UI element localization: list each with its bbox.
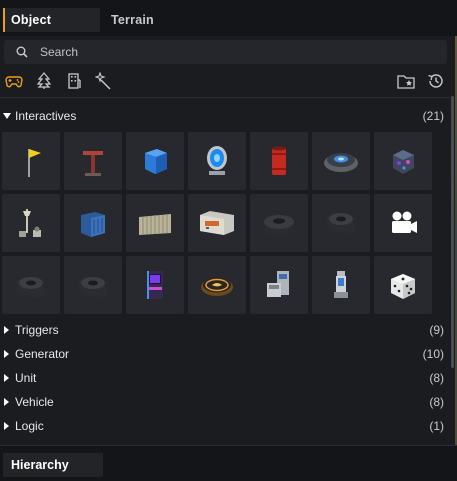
asset-tile[interactable] [374, 194, 432, 252]
section-unit[interactable]: Unit (8) [0, 368, 450, 388]
asset-tile[interactable] [2, 132, 60, 190]
section-label: Vehicle [15, 395, 54, 409]
asset-tile[interactable] [188, 194, 246, 252]
asset-tile[interactable] [312, 132, 370, 190]
section-triggers[interactable]: Triggers (9) [0, 320, 450, 340]
building-icon[interactable] [65, 72, 83, 90]
section-count: (8) [429, 371, 444, 385]
scrollbar[interactable] [451, 96, 454, 368]
section-label: Generator [15, 347, 70, 361]
asset-tile[interactable] [2, 194, 60, 252]
tab-terrain[interactable]: Terrain [111, 8, 154, 32]
caret-right-icon [4, 326, 9, 334]
section-count: (8) [429, 395, 444, 409]
search-placeholder: Search [40, 45, 79, 59]
cargo-container-icon [200, 211, 234, 235]
section-vehicle[interactable]: Vehicle (8) [0, 392, 450, 412]
asset-tile[interactable] [126, 132, 184, 190]
tab-object[interactable]: Object [3, 8, 100, 32]
arcade-cabinet-icon [147, 271, 163, 299]
asset-tile[interactable] [126, 194, 184, 252]
caret-right-icon [4, 374, 9, 382]
filter-toolbar [0, 68, 457, 94]
tire-icon [79, 277, 107, 298]
asset-tile[interactable] [250, 132, 308, 190]
section-count: (21) [422, 109, 444, 123]
section-count: (9) [429, 323, 444, 337]
asset-tile[interactable] [126, 256, 184, 314]
asset-tile[interactable] [250, 256, 308, 314]
caret-right-icon [4, 398, 9, 406]
gamepad-icon[interactable] [5, 72, 23, 90]
crystal-crate-icon [393, 150, 414, 174]
signpost-icon [83, 151, 103, 176]
section-count: (10) [422, 347, 444, 361]
search-icon [16, 46, 28, 58]
section-interactives[interactable]: Interactives (21) [0, 106, 450, 126]
yellow-flag-icon [28, 149, 41, 177]
section-label: Unit [15, 371, 37, 385]
tab-hierarchy[interactable]: Hierarchy [3, 453, 103, 477]
section-generator[interactable]: Generator (10) [0, 344, 450, 364]
portal-gem-icon [207, 146, 227, 175]
tree-icon[interactable] [35, 72, 53, 90]
section-label: Triggers [15, 323, 59, 337]
asset-tile[interactable] [64, 132, 122, 190]
fence-panel-icon [139, 214, 171, 235]
folder-star-icon[interactable] [397, 72, 415, 90]
toolbar-divider [0, 97, 450, 98]
caret-down-icon [3, 113, 11, 119]
asset-tile[interactable] [374, 132, 432, 190]
asset-tile[interactable] [312, 256, 370, 314]
tower-icon [334, 271, 348, 298]
panel-tab-bar: Object Terrain [0, 0, 457, 36]
asset-tile[interactable] [312, 194, 370, 252]
tire-icon [327, 213, 355, 234]
teleport-pad-icon [324, 153, 358, 172]
tire-stack-icon [264, 215, 294, 236]
section-label: Interactives [15, 109, 77, 123]
caret-right-icon [4, 422, 9, 430]
section-label: Logic [15, 419, 44, 433]
search-input[interactable]: Search [4, 40, 447, 64]
asset-tile[interactable] [2, 256, 60, 314]
red-barrel-icon [272, 146, 286, 175]
tire-icon [17, 277, 45, 298]
magic-wand-icon[interactable] [95, 72, 113, 90]
dice-icon [391, 274, 415, 299]
camera-icon [392, 211, 417, 233]
blue-container-icon [81, 212, 105, 237]
section-logic[interactable]: Logic (1) [0, 416, 450, 436]
machine-icon [267, 271, 289, 297]
lamp-robots-icon [19, 209, 41, 237]
bottom-tab-bar: Hierarchy [0, 445, 457, 481]
coin-pad-icon [201, 277, 233, 296]
history-icon[interactable] [427, 72, 445, 90]
blue-cube-icon [145, 149, 167, 174]
asset-tile[interactable] [64, 256, 122, 314]
asset-tile[interactable] [188, 256, 246, 314]
asset-tile[interactable] [64, 194, 122, 252]
caret-right-icon [4, 350, 9, 358]
section-count: (1) [429, 419, 444, 433]
asset-tile[interactable] [250, 194, 308, 252]
asset-tile[interactable] [374, 256, 432, 314]
asset-tile[interactable] [188, 132, 246, 190]
